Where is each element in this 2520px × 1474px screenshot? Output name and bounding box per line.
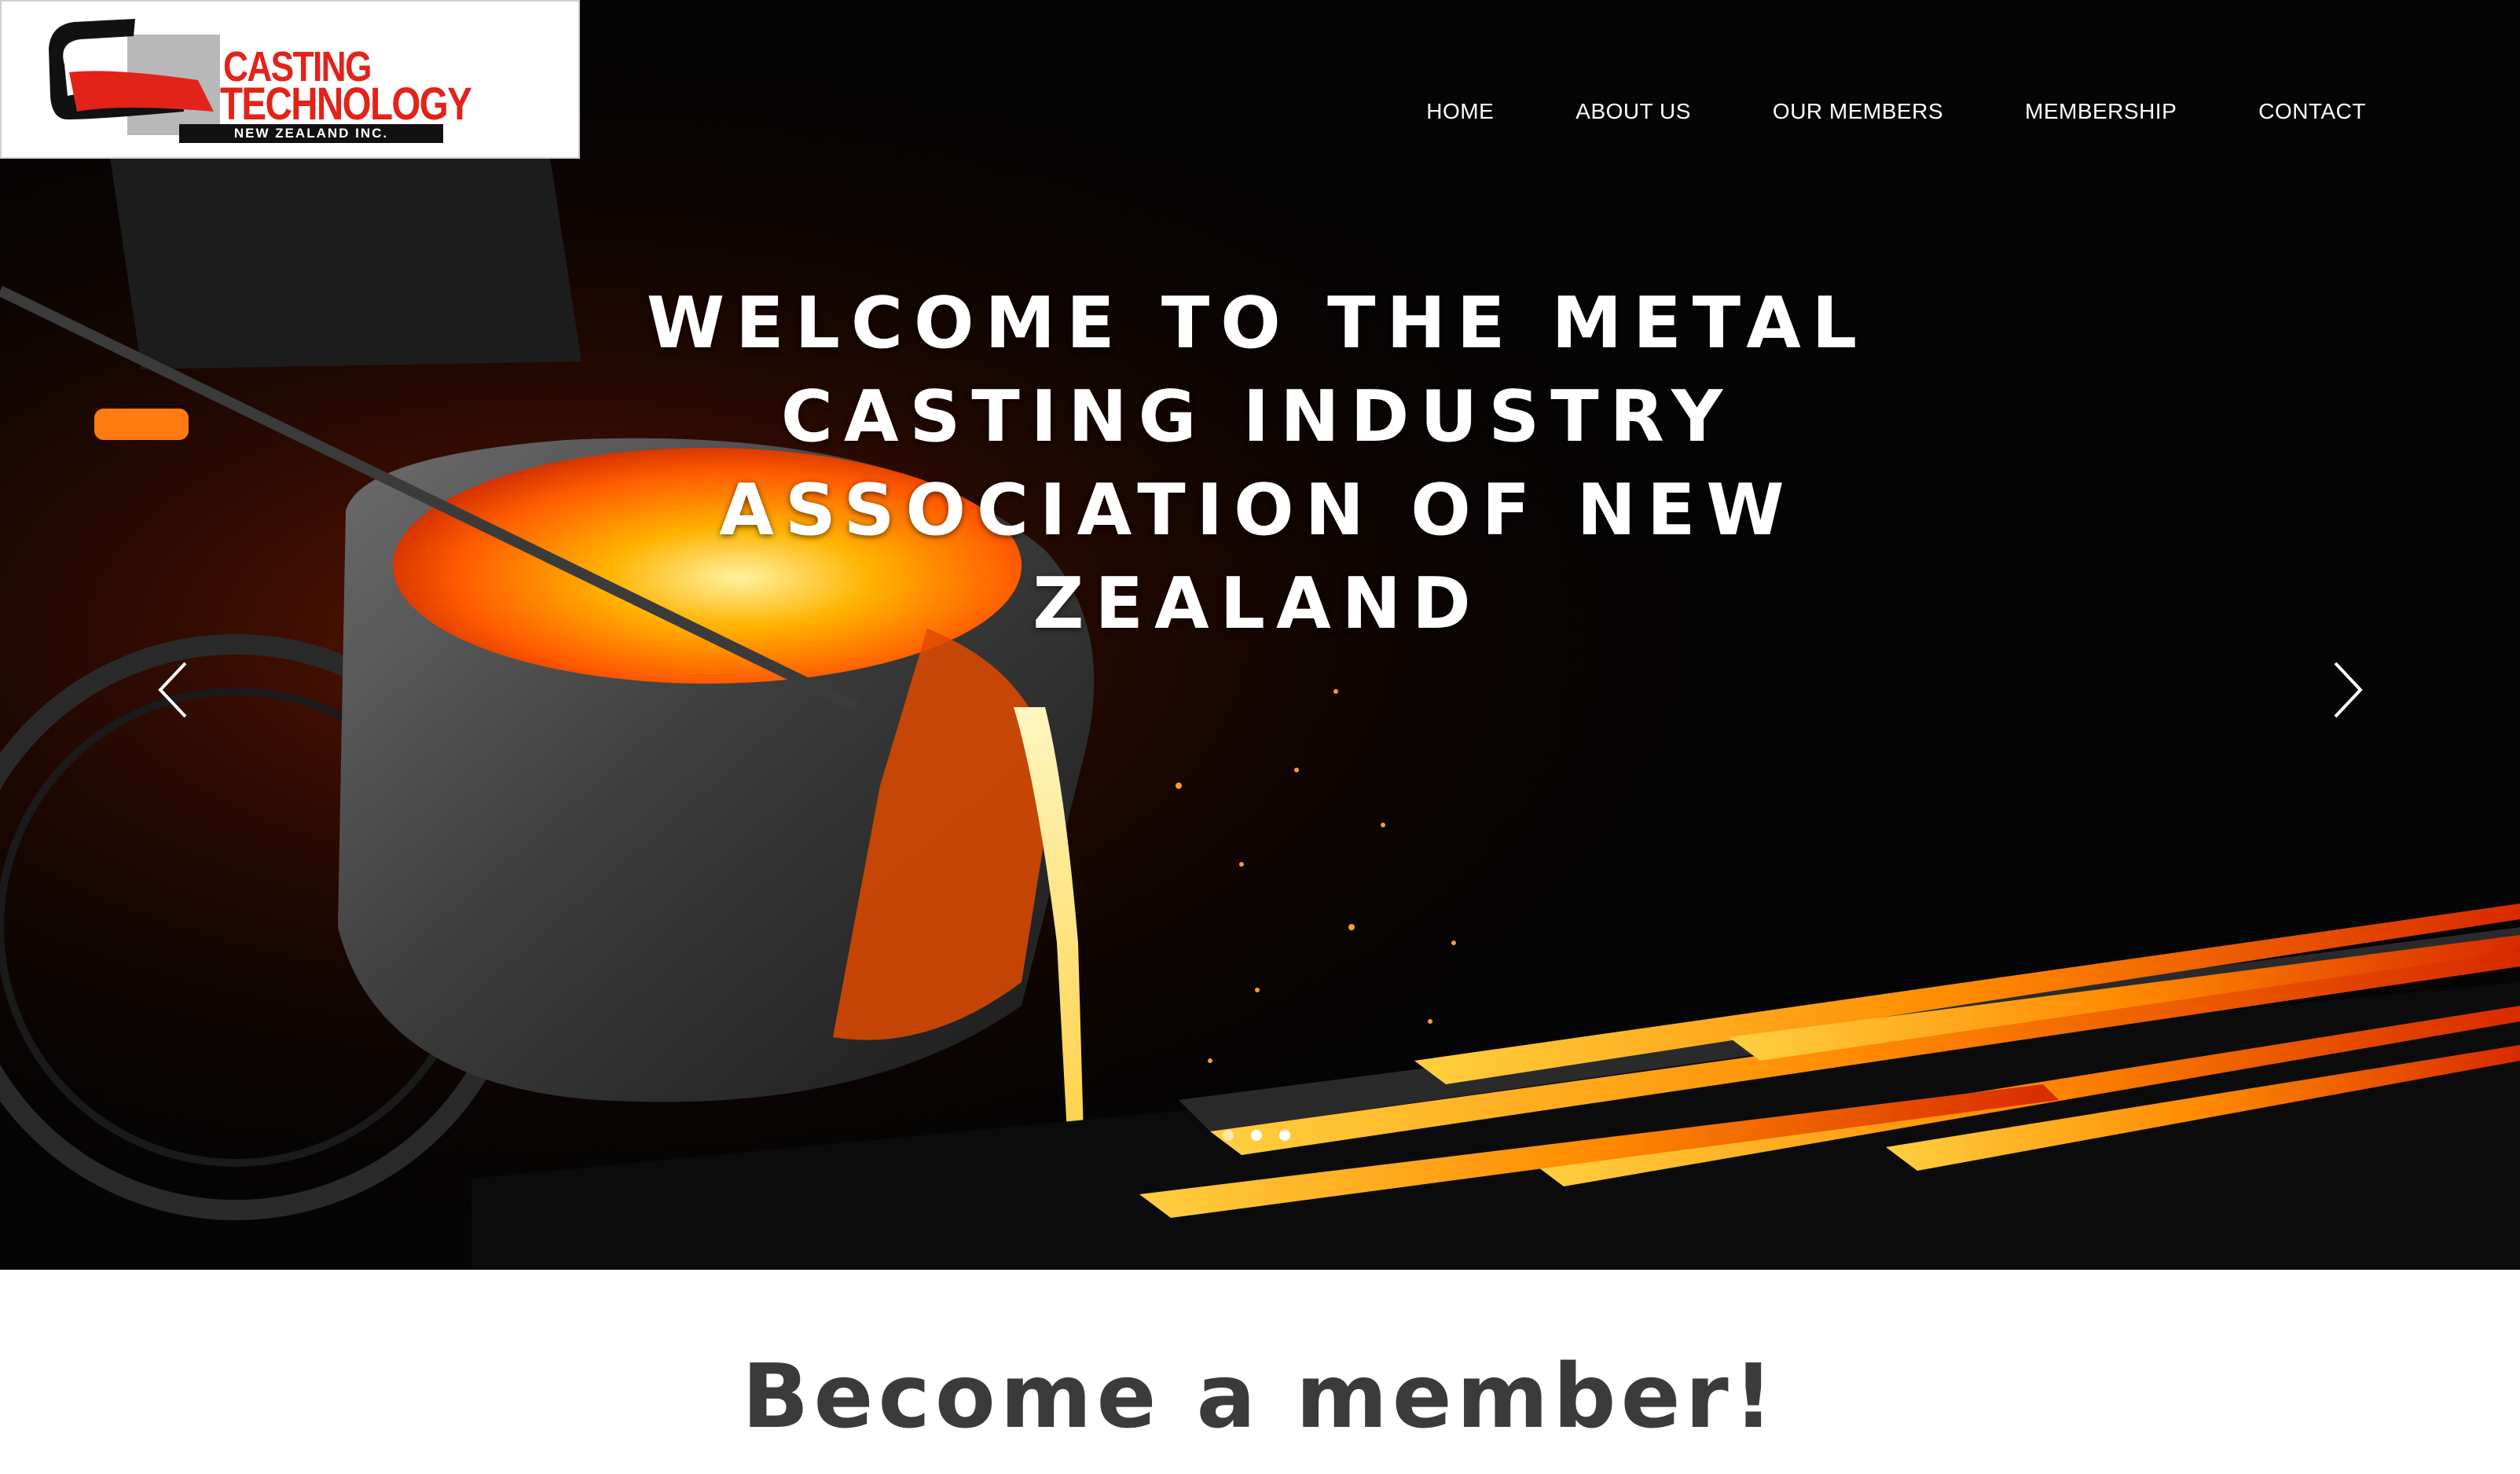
hero-headline: WELCOME TO THE METAL CASTING INDUSTRY AS… [550, 277, 1964, 651]
hero-slideshow: WELCOME TO THE METAL CASTING INDUSTRY AS… [0, 0, 2520, 1270]
main-navigation: HOME ABOUT US OUR MEMBERS MEMBERSHIP CON… [1426, 99, 2366, 124]
slideshow-prev-button[interactable] [154, 658, 193, 721]
slideshow-pagination [1223, 1130, 1308, 1141]
slideshow-next-button[interactable] [2327, 658, 2367, 721]
logo-text-new-zealand: NEW ZEALAND INC. [179, 124, 443, 143]
chevron-left-icon [158, 662, 187, 718]
nav-our-members[interactable]: OUR MEMBERS [1773, 99, 1943, 124]
chevron-right-icon [2334, 662, 2363, 718]
nav-home[interactable]: HOME [1426, 99, 1494, 124]
nav-about-us[interactable]: ABOUT US [1575, 99, 1691, 124]
hero-headline-line-4: ZEALAND [1033, 563, 1482, 645]
nav-contact[interactable]: CONTACT [2258, 99, 2366, 124]
nav-membership[interactable]: MEMBERSHIP [2025, 99, 2177, 124]
slide-dot-2[interactable] [1251, 1130, 1262, 1141]
site-logo[interactable]: CASTING TECHNOLOGY NEW ZEALAND INC. [0, 0, 580, 159]
slide-dot-1[interactable] [1223, 1130, 1234, 1141]
hero-headline-line-3: ASSOCIATION OF NEW [719, 469, 1796, 552]
logo-text-technology: TECHNOLOGY [220, 79, 472, 130]
become-member-heading: Become a member! [742, 1346, 1778, 1448]
slide-dot-3[interactable] [1279, 1130, 1290, 1141]
hero-headline-line-2: CASTING INDUSTRY [780, 376, 1734, 458]
hero-headline-line-1: WELCOME TO THE METAL [646, 282, 1869, 365]
